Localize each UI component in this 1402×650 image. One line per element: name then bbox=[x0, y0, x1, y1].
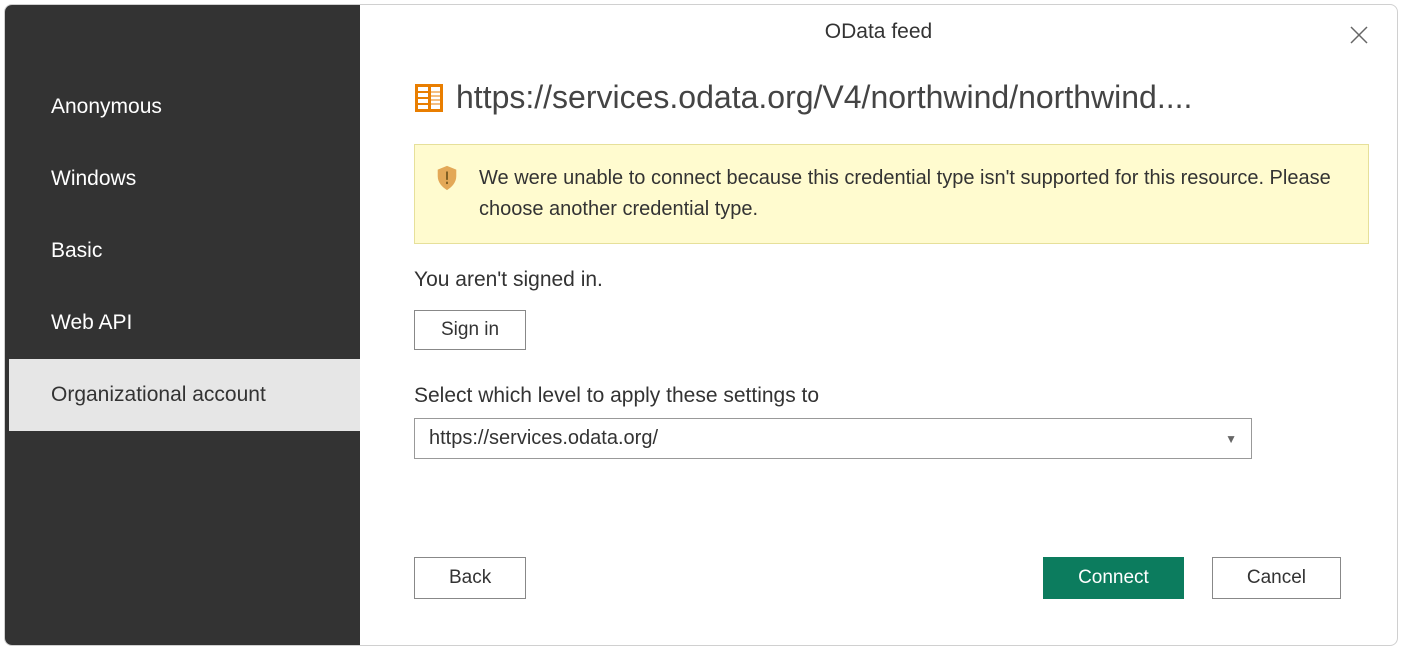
sidebar-item-web-api[interactable]: Web API bbox=[5, 287, 360, 359]
warning-text: We were unable to connect because this c… bbox=[479, 163, 1344, 225]
odata-credentials-dialog: Anonymous Windows Basic Web API Organiza… bbox=[4, 4, 1398, 646]
close-button[interactable] bbox=[1347, 23, 1371, 47]
sidebar-item-windows[interactable]: Windows bbox=[5, 143, 360, 215]
odata-feed-icon bbox=[414, 83, 444, 113]
sidebar-item-anonymous[interactable]: Anonymous bbox=[5, 71, 360, 143]
dialog-header: OData feed bbox=[360, 5, 1397, 59]
warning-banner: We were unable to connect because this c… bbox=[414, 144, 1369, 244]
footer-right-group: Connect Cancel bbox=[1043, 557, 1341, 599]
level-dropdown[interactable]: https://services.odata.org/ ▼ bbox=[414, 418, 1252, 459]
level-label: Select which level to apply these settin… bbox=[414, 384, 1369, 408]
connect-button[interactable]: Connect bbox=[1043, 557, 1184, 599]
chevron-down-icon: ▼ bbox=[1225, 432, 1237, 446]
content-area: https://services.odata.org/V4/northwind/… bbox=[360, 59, 1397, 459]
sidebar-item-organizational-account[interactable]: Organizational account bbox=[5, 359, 360, 431]
signed-in-status: You aren't signed in. bbox=[414, 268, 1369, 292]
auth-type-sidebar: Anonymous Windows Basic Web API Organiza… bbox=[5, 5, 360, 645]
main-pane: OData feed bbox=[360, 5, 1397, 645]
cancel-button[interactable]: Cancel bbox=[1212, 557, 1341, 599]
url-text: https://services.odata.org/V4/northwind/… bbox=[456, 79, 1192, 116]
level-dropdown-value: https://services.odata.org/ bbox=[429, 427, 658, 450]
warning-shield-icon bbox=[435, 165, 459, 191]
back-button[interactable]: Back bbox=[414, 557, 526, 599]
close-icon bbox=[1347, 23, 1371, 47]
dialog-footer: Back Connect Cancel bbox=[414, 557, 1341, 599]
url-row: https://services.odata.org/V4/northwind/… bbox=[414, 79, 1369, 116]
dialog-title: OData feed bbox=[825, 20, 932, 44]
sign-in-button[interactable]: Sign in bbox=[414, 310, 526, 350]
sidebar-item-basic[interactable]: Basic bbox=[5, 215, 360, 287]
